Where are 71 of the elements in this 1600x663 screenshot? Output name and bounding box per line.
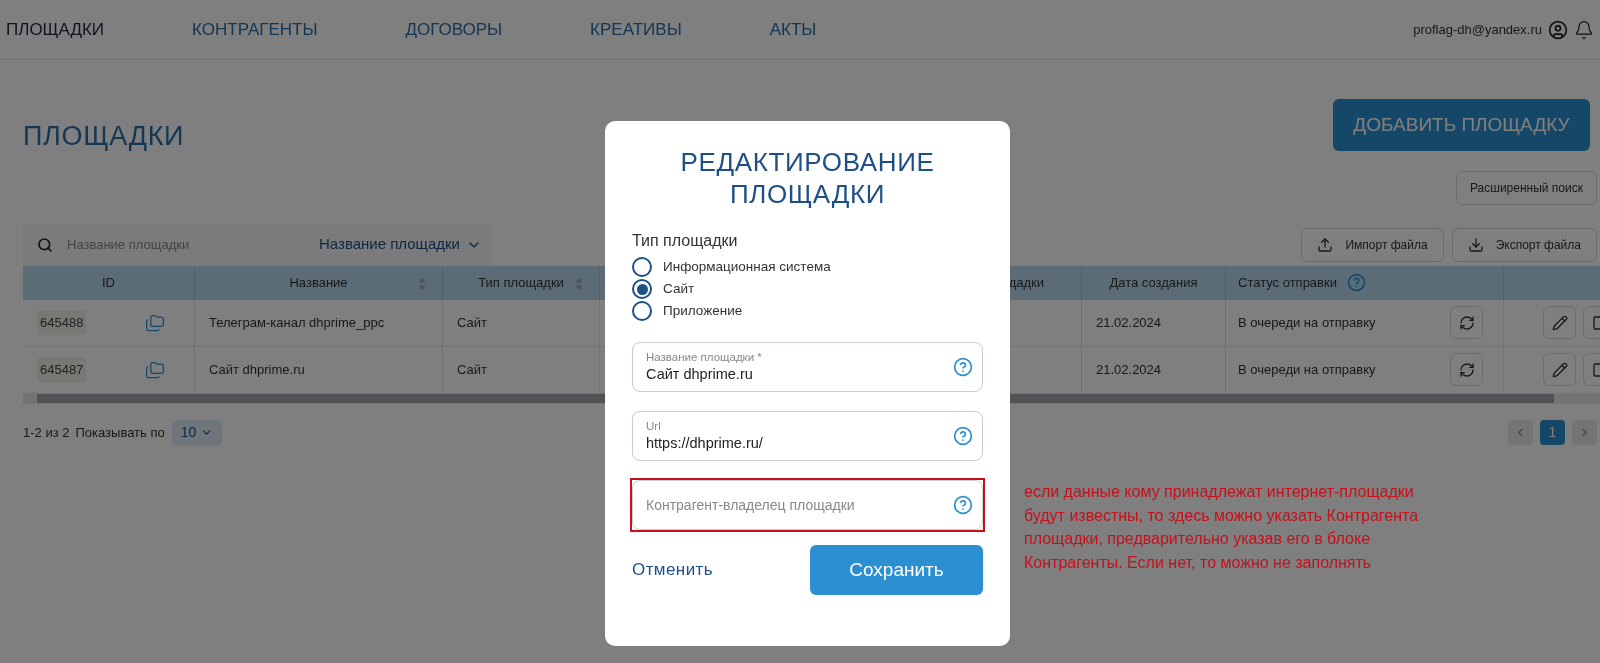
radio-button[interactable] [632, 279, 652, 299]
export-button[interactable]: Экспорт файла [1451, 227, 1597, 262]
id-badge: 645488 [37, 309, 87, 336]
advanced-search-button[interactable]: Расширенный поиск [1456, 170, 1597, 205]
id-badge: 645487 [37, 356, 87, 383]
radio-button[interactable] [632, 301, 652, 321]
column-label: Название [289, 273, 348, 292]
page-title: ПЛОЩАДКИ [23, 120, 185, 153]
import-button[interactable]: Импорт файла [1301, 227, 1444, 262]
column-label: Статус отправки [1238, 273, 1337, 292]
nav-tab[interactable]: ДОГОВОРЫ [405, 16, 503, 43]
radio-option[interactable]: Информационная система [632, 256, 983, 278]
per-page-select[interactable]: 10 [171, 419, 223, 446]
folders-icon[interactable] [145, 312, 165, 333]
search-field[interactable]: Название площадки [67, 234, 267, 255]
folders-icon[interactable] [145, 359, 165, 380]
download-icon [1467, 236, 1484, 253]
text-field[interactable]: Url https://dhprime.ru/ [632, 411, 983, 461]
edit-button[interactable] [1543, 353, 1576, 386]
table-cell-text: Телеграм-канал dhprime_ppc [209, 313, 385, 332]
field-label: Название площадки * [646, 350, 763, 364]
table-cell-text: Сайт dhprime.ru [209, 360, 305, 379]
nav-tab[interactable]: КОНТРАГЕНТЫ [192, 16, 318, 43]
text-field[interactable]: Название площадки * Сайт dhprime.ru [632, 342, 983, 392]
page-button[interactable]: 1 [1540, 420, 1565, 445]
help-icon[interactable] [953, 357, 973, 377]
pagination-range: 1-2 из 2 [23, 423, 70, 442]
nav-tab[interactable]: АКТЫ [769, 16, 817, 43]
add-button[interactable]: ДОБАВИТЬ ПЛОЩАДКУ [1333, 99, 1590, 151]
table-cell-text: 21.02.2024 [1096, 360, 1162, 379]
refresh-icon [1458, 361, 1475, 378]
radio-option[interactable]: Приложение [632, 300, 983, 322]
help-icon[interactable] [953, 495, 973, 515]
nav-tab[interactable]: ПЛОЩАДКИ [6, 16, 105, 43]
radio-button[interactable] [632, 257, 652, 277]
bell-icon[interactable] [1574, 19, 1594, 40]
table-cell-text: В очереди на отправку [1238, 360, 1376, 379]
refresh-icon [1458, 314, 1475, 331]
pencil-icon [1551, 361, 1568, 378]
search-field-select[interactable]: Название площадки [319, 233, 482, 256]
cancel-button[interactable]: Отменить [632, 557, 714, 583]
user-email: proflag-dh@yandex.ru [1413, 20, 1542, 39]
nav-tab[interactable]: КРЕАТИВЫ [590, 16, 682, 43]
user-icon[interactable] [1548, 19, 1568, 40]
search-icon [37, 236, 53, 253]
table-cell-text: Сайт [457, 360, 487, 379]
help-icon[interactable] [1346, 273, 1366, 292]
edit-button[interactable] [1543, 306, 1576, 339]
refresh-button[interactable] [1450, 353, 1483, 386]
refresh-button[interactable] [1450, 306, 1483, 339]
field-label: Url [646, 419, 662, 433]
field-placeholder: Контрагент-владелец площадки [646, 496, 856, 515]
field-value: https://dhprime.ru/ [646, 434, 764, 453]
dialog-title: РЕДАКТИРОВАНИЕ ПЛОЩАДКИ [679, 146, 936, 210]
help-icon[interactable] [953, 426, 973, 446]
per-page-label: Показывать по [75, 423, 165, 442]
table-cell-text: В очереди на отправку [1238, 313, 1376, 332]
radio-option[interactable]: Сайт [632, 278, 983, 300]
annotation-note: если данные кому принадлежат интернет-площадки будут известны, то здесь можно указать Контрагента площадки, предварительно указав его в блоке Контрагенты. Если нет, то можно не заполнять [1024, 482, 1420, 573]
table-cell-text: Сайт [457, 313, 487, 332]
column-label: дадки [1008, 273, 1044, 292]
upload-icon [1317, 236, 1334, 253]
field-value: Сайт dhprime.ru [646, 365, 754, 384]
table-cell-text: 21.02.2024 [1096, 313, 1162, 332]
column-label: Тип площадки [478, 273, 564, 292]
save-button[interactable]: Сохранить [810, 545, 983, 595]
pencil-icon [1551, 314, 1568, 331]
column-label: Дата создания [1109, 273, 1198, 292]
text-field[interactable]: Контрагент-владелец площадки [632, 480, 983, 530]
column-label: ID [102, 273, 115, 292]
type-label: Тип площадки [632, 231, 739, 251]
